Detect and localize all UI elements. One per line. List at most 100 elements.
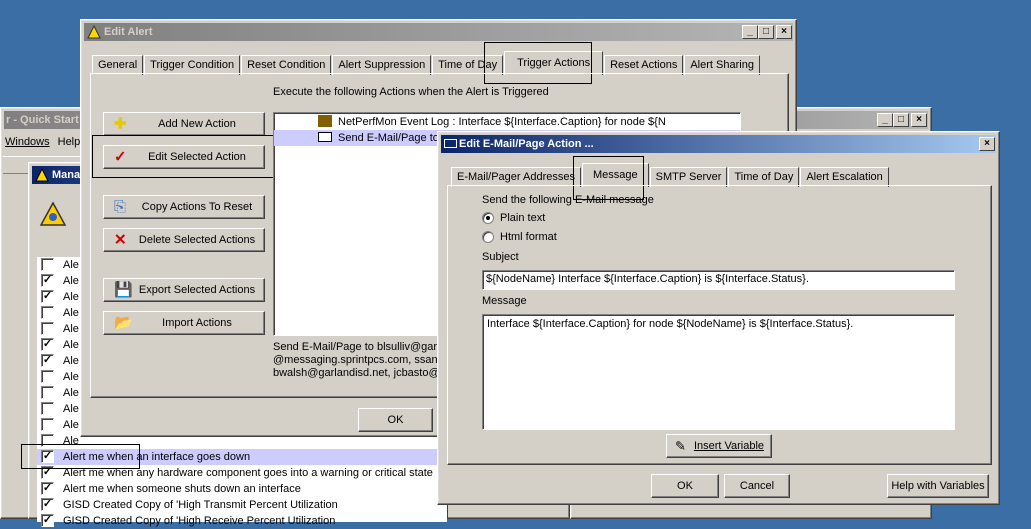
plain-text-label: Plain text — [500, 212, 546, 224]
subject-value: ${NodeName} Interface ${Interface.Captio… — [486, 273, 809, 285]
close-icon[interactable]: × — [979, 137, 995, 151]
edit-alert-ok-button[interactable]: OK — [358, 408, 433, 432]
alert-checkbox[interactable]: ✓ — [41, 354, 54, 367]
alert-row-label: Ale — [63, 259, 79, 271]
send-message-label: Send the following E-Mail message — [482, 194, 654, 206]
import-actions-button[interactable]: 📂 Import Actions — [103, 311, 265, 335]
email-dialog-titlebar[interactable]: Edit E-Mail/Page Action ... — [441, 135, 996, 153]
delete-x-icon: ✕ — [114, 231, 127, 249]
envelope-icon — [444, 139, 457, 148]
tab-trigger-condition[interactable]: Trigger Condition — [144, 55, 241, 75]
add-new-action-button[interactable]: ✚ Add New Action — [103, 112, 265, 136]
tab-email-pager-addresses[interactable]: E-Mail/Pager Addresses — [451, 167, 581, 187]
copy-icon: ⎘ — [114, 198, 127, 216]
menu-windows[interactable]: Windows — [5, 136, 50, 148]
menu-help[interactable]: Help — [58, 136, 81, 148]
close-icon[interactable]: × — [911, 113, 927, 127]
alert-checkbox[interactable]: ✓ — [41, 274, 54, 287]
alert-checkbox[interactable] — [41, 386, 54, 399]
alert-row-label: Alert me when any hardware component goe… — [63, 467, 433, 479]
copy-actions-to-reset-button[interactable]: ⎘ Copy Actions To Reset — [103, 195, 265, 219]
alert-checkbox[interactable] — [41, 418, 54, 431]
export-selected-actions-button[interactable]: 💾 Export Selected Actions — [103, 278, 265, 302]
action-row-eventlog[interactable]: NetPerfMon Event Log : Interface ${Inter… — [318, 114, 666, 130]
alert-checkbox[interactable] — [41, 306, 54, 319]
tab-time-of-day[interactable]: Time of Day — [432, 55, 504, 75]
insert-variable-icon: ✎ — [675, 438, 686, 454]
alert-row-label: GISD Created Copy of 'High Transmit Perc… — [63, 499, 338, 511]
alert-row[interactable]: ✓ GISD Created Copy of 'High Receive Perc… — [37, 513, 447, 529]
alert-row[interactable]: ✓ Alert me when someone shuts down an int… — [37, 481, 447, 497]
alert-row-label: Ale — [63, 355, 79, 367]
alert-row-label: Ale — [63, 275, 79, 287]
tab-reset-actions[interactable]: Reset Actions — [604, 55, 684, 75]
minimize-icon[interactable]: _ — [877, 113, 893, 127]
alert-checkbox[interactable]: ✓ — [41, 514, 54, 527]
action-detail-line-2: @messaging.sprintpcs.com, ssand — [273, 354, 444, 366]
edit-alert-tabs: General Trigger Condition Reset Conditio… — [92, 51, 761, 75]
warning-icon — [87, 25, 101, 39]
subject-input[interactable]: ${NodeName} Interface ${Interface.Captio… — [482, 270, 955, 290]
alert-row-label: Alert me when someone shuts down an inte… — [63, 483, 301, 495]
alert-row-label: GISD Created Copy of 'High Receive Perce… — [63, 515, 336, 527]
alert-row[interactable]: ✓ Alert me when any hardware component go… — [37, 465, 447, 481]
envelope-icon — [318, 132, 332, 142]
alert-row-label: Ale — [63, 387, 79, 399]
alert-checkbox[interactable] — [41, 434, 54, 447]
edit-alert-titlebar[interactable]: Edit Alert — [84, 23, 793, 41]
message-textarea[interactable]: Interface ${Interface.Caption} for node … — [482, 314, 955, 430]
tab-general[interactable]: General — [92, 55, 144, 75]
alert-checkbox[interactable]: ✓ — [41, 450, 54, 463]
tab-trigger-actions[interactable]: Trigger Actions — [504, 51, 604, 75]
alert-checkbox[interactable]: ✓ — [41, 466, 54, 479]
radio-html-format[interactable] — [482, 231, 494, 243]
event-log-icon — [318, 115, 332, 127]
radio-plain-text[interactable] — [482, 212, 494, 224]
email-dialog-ok-button[interactable]: OK — [651, 474, 719, 498]
alert-checkbox[interactable]: ✓ — [41, 290, 54, 303]
alert-checkbox[interactable]: ✓ — [41, 482, 54, 495]
alert-checkbox[interactable]: ✓ — [41, 338, 54, 351]
tab-smtp-server[interactable]: SMTP Server — [649, 167, 728, 187]
email-action-dialog: Edit E-Mail/Page Action ... × E-Mail/Pag… — [437, 131, 1000, 505]
maximize-icon[interactable]: □ — [758, 25, 774, 39]
subject-label: Subject — [482, 251, 519, 263]
tab-message[interactable]: Message — [582, 163, 649, 187]
alert-checkbox[interactable] — [41, 402, 54, 415]
email-dialog-cancel-button[interactable]: Cancel — [724, 474, 790, 498]
message-value: Interface ${Interface.Caption} for node … — [487, 318, 854, 330]
alert-row[interactable]: ✓ GISD Created Copy of 'High Transmit Per… — [37, 497, 447, 513]
maximize-icon[interactable]: □ — [893, 113, 909, 127]
alert-row-label: Ale — [63, 339, 79, 351]
tab-reset-condition[interactable]: Reset Condition — [241, 55, 332, 75]
warning-icon — [35, 168, 49, 182]
edit-selected-action-button[interactable]: ✓ Edit Selected Action — [103, 145, 265, 169]
alert-checkbox[interactable]: ✓ — [41, 498, 54, 511]
tab-alert-suppression[interactable]: Alert Suppression — [332, 55, 432, 75]
html-format-label: Html format — [500, 231, 557, 243]
insert-variable-button[interactable]: ✎ Insert Variable — [666, 434, 772, 458]
plus-icon: ✚ — [114, 115, 127, 133]
help-with-variables-button[interactable]: Help with Variables — [887, 474, 989, 498]
tab-alert-sharing[interactable]: Alert Sharing — [684, 55, 760, 75]
minimize-icon[interactable]: _ — [742, 25, 758, 39]
alert-row-label: Ale — [63, 371, 79, 383]
action-detail-line-1: Send E-Mail/Page to blsulliv@garla — [273, 341, 446, 353]
alert-checkbox[interactable] — [41, 322, 54, 335]
alert-checkbox[interactable] — [41, 370, 54, 383]
alert-row-label: Ale — [63, 403, 79, 415]
delete-selected-actions-button[interactable]: ✕ Delete Selected Actions — [103, 228, 265, 252]
alert-row[interactable]: ✓ Alert me when an interface goes down — [37, 449, 447, 465]
tab-alert-escalation[interactable]: Alert Escalation — [800, 167, 889, 187]
actions-instruction: Execute the following Actions when the A… — [273, 86, 549, 98]
close-icon[interactable]: × — [776, 25, 792, 39]
alert-row-label: Ale — [63, 419, 79, 431]
alert-checkbox[interactable] — [41, 258, 54, 271]
action-detail-line-3: bwalsh@garlandisd.net, jcbasto@g — [273, 367, 446, 379]
alert-row-label: Alert me when an interface goes down — [63, 451, 251, 463]
alert-row-label: Ale — [63, 435, 79, 447]
checkmark-icon: ✓ — [114, 148, 127, 166]
tab-time-of-day[interactable]: Time of Day — [728, 167, 800, 187]
floppy-disk-icon: 💾 — [114, 281, 133, 299]
email-dialog-tabs: E-Mail/Pager Addresses Message SMTP Serv… — [451, 163, 890, 187]
